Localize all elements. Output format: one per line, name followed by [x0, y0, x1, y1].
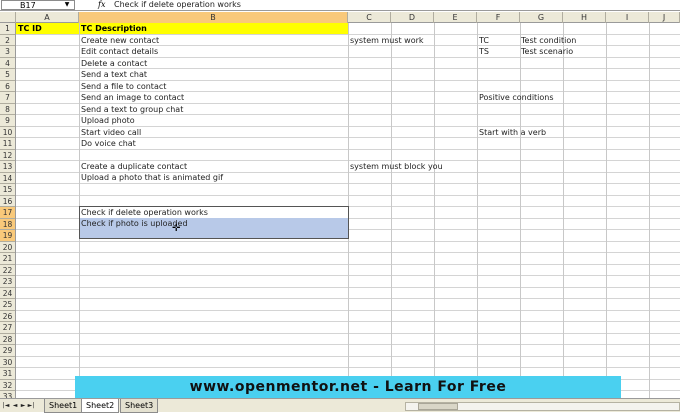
column-header-g[interactable]: G — [520, 12, 563, 23]
horizontal-scrollbar-thumb[interactable] — [418, 403, 458, 410]
row-header-28[interactable]: 28 — [0, 334, 15, 345]
row-header-22[interactable]: 22 — [0, 265, 15, 276]
column-header-i[interactable]: I — [606, 12, 649, 23]
cell-c2[interactable]: system must work — [350, 35, 424, 46]
column-header-a[interactable]: A — [16, 12, 79, 23]
row-header-10[interactable]: 10 — [0, 127, 15, 138]
row-header-25[interactable]: 25 — [0, 299, 15, 311]
column-header-c[interactable]: C — [348, 12, 391, 23]
column-header-d[interactable]: D — [391, 12, 434, 23]
row-header-1[interactable]: 1 — [0, 23, 15, 35]
cell-b7[interactable]: Send an image to contact — [81, 92, 184, 103]
row-header-32[interactable]: 32 — [0, 380, 15, 391]
tab-sheet1[interactable]: Sheet1 — [44, 399, 83, 413]
formula-input[interactable]: Check if delete operation works — [114, 0, 514, 10]
gridline-j — [649, 23, 650, 398]
cell-b5[interactable]: Send a text chat — [81, 69, 147, 80]
row-header-4[interactable]: 4 — [0, 58, 15, 69]
row-header-6[interactable]: 6 — [0, 81, 15, 92]
column-headers: A B C D E F G H I J — [0, 12, 680, 23]
column-header-e[interactable]: E — [434, 12, 477, 23]
row-header-5[interactable]: 5 — [0, 69, 15, 81]
row-header-2[interactable]: 2 — [0, 35, 15, 46]
row-header-15[interactable]: 15 — [0, 184, 15, 196]
gridline-e — [434, 23, 435, 398]
cell-b17[interactable]: Check if delete operation works — [81, 207, 208, 218]
cell-f3[interactable]: TS — [479, 46, 489, 57]
cell-b9[interactable]: Upload photo — [81, 115, 135, 126]
row-header-19[interactable]: 19 — [0, 230, 15, 242]
cell-b3[interactable]: Edit contact details — [81, 46, 158, 57]
gridline-g — [520, 23, 521, 398]
row-header-31[interactable]: 31 — [0, 368, 15, 380]
cell-b8[interactable]: Send a text to group chat — [81, 104, 183, 115]
cell-b13[interactable]: Create a duplicate contact — [81, 161, 187, 172]
cell-a1[interactable]: TC ID — [18, 23, 42, 34]
row-header-16[interactable]: 16 — [0, 196, 15, 207]
row-header-17[interactable]: 17 — [0, 207, 15, 219]
cell-b1[interactable]: TC Description — [81, 23, 147, 34]
cell-c13[interactable]: system must block you — [350, 161, 443, 172]
row-header-24[interactable]: 24 — [0, 288, 15, 299]
cell-g2[interactable]: Test condition — [521, 35, 576, 46]
row-header-11[interactable]: 11 — [0, 138, 15, 150]
cell-b6[interactable]: Send a file to contact — [81, 81, 166, 92]
row-header-20[interactable]: 20 — [0, 242, 15, 253]
row-headers: 1 2 3 4 5 6 7 8 9 10 11 12 13 14 15 16 17 18 19 20 21 22 23 24 2… — [0, 23, 16, 403]
cell-b14[interactable]: Upload a photo that is animated gif — [81, 172, 223, 183]
gridline-f — [477, 23, 478, 398]
row-header-26[interactable]: 26 — [0, 311, 15, 322]
row-header-21[interactable]: 21 — [0, 253, 15, 265]
gridline-d — [391, 23, 392, 398]
prev-sheet-icon[interactable]: ◄ — [11, 400, 19, 411]
cell-f2[interactable]: TC — [479, 35, 489, 46]
row-header-3[interactable]: 3 — [0, 46, 15, 58]
cell-b4[interactable]: Delete a contact — [81, 58, 147, 69]
column-header-f[interactable]: F — [477, 12, 520, 23]
name-box-dropdown-icon[interactable]: ▼ — [62, 1, 72, 9]
row-header-14[interactable]: 14 — [0, 173, 15, 184]
row-header-30[interactable]: 30 — [0, 357, 15, 368]
cell-b11[interactable]: Do voice chat — [81, 138, 136, 149]
row-header-8[interactable]: 8 — [0, 104, 15, 115]
cell-g3[interactable]: Test scenario — [521, 46, 573, 57]
column-header-h[interactable]: H — [563, 12, 606, 23]
tab-sheet3[interactable]: Sheet3 — [120, 399, 159, 413]
cell-b10[interactable]: Start video call — [81, 127, 141, 138]
fx-icon[interactable]: fx — [98, 0, 112, 10]
row-header-23[interactable]: 23 — [0, 276, 15, 288]
tab-sheet2[interactable]: Sheet2 — [81, 399, 120, 413]
row-header-7[interactable]: 7 — [0, 92, 15, 104]
row-header-9[interactable]: 9 — [0, 115, 15, 127]
gridline-h — [563, 23, 564, 398]
promo-banner: www.openmentor.net - Learn For Free — [75, 376, 621, 398]
row-header-13[interactable]: 13 — [0, 161, 15, 173]
header-row-fill — [16, 23, 348, 34]
select-all-corner[interactable] — [0, 12, 16, 23]
column-header-b[interactable]: B — [79, 12, 348, 23]
cell-f7[interactable]: Positive conditions — [479, 92, 554, 103]
row-header-29[interactable]: 29 — [0, 345, 15, 357]
row-header-18[interactable]: 18 — [0, 218, 15, 230]
row-header-27[interactable]: 27 — [0, 322, 15, 334]
cell-b2[interactable]: Create new contact — [81, 35, 159, 46]
next-sheet-icon[interactable]: ► — [19, 400, 27, 411]
gridline-i — [606, 23, 607, 398]
cell-f10[interactable]: Start with a verb — [479, 127, 546, 138]
cell-cursor-icon: ✛ — [172, 223, 181, 234]
first-sheet-icon[interactable]: |◄ — [2, 400, 10, 411]
last-sheet-icon[interactable]: ►| — [27, 400, 35, 411]
column-header-j[interactable]: J — [649, 12, 680, 23]
row-header-12[interactable]: 12 — [0, 150, 15, 161]
